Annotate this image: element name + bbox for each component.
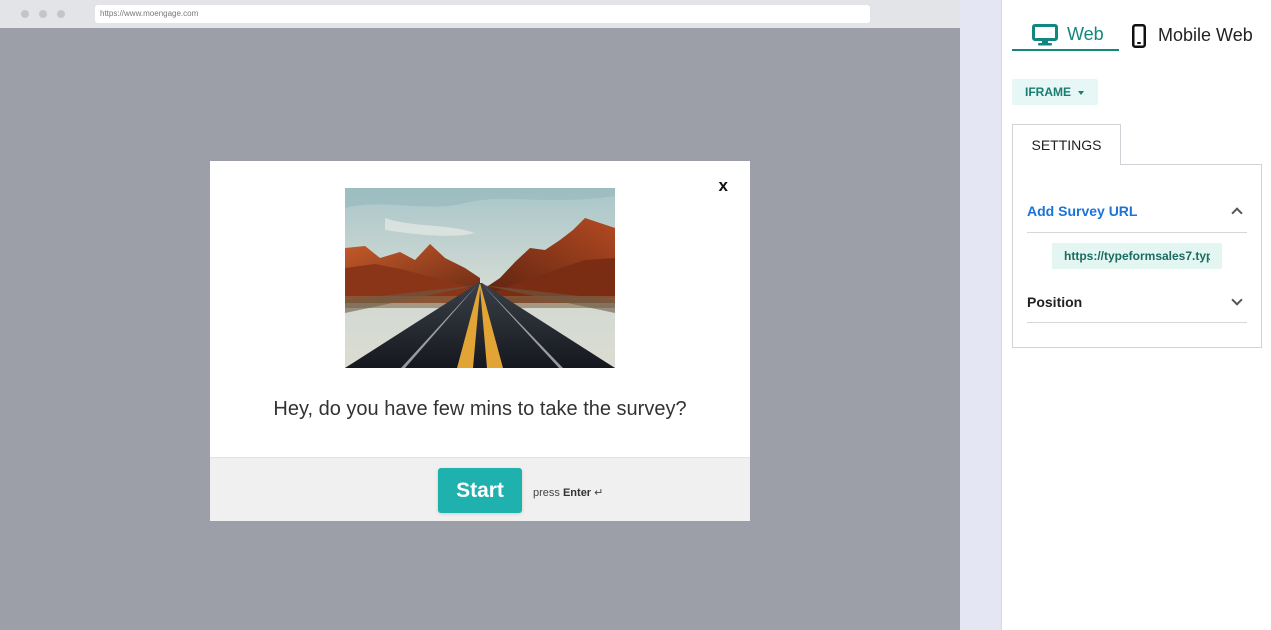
- position-header[interactable]: Position: [1027, 281, 1247, 323]
- close-icon[interactable]: x: [719, 176, 728, 196]
- window-dot-icon: [21, 10, 29, 18]
- enter-return-icon: ↵: [594, 487, 604, 499]
- settings-panel: Web Mobile Web IFRAME SETTINGS Add Surve…: [1001, 0, 1271, 630]
- popup-footer: Start press Enter ↵: [210, 457, 750, 521]
- tab-web[interactable]: Web: [1012, 20, 1119, 51]
- browser-preview: https://www.moengage.com x Hey, do you h…: [0, 0, 960, 630]
- press-prefix: press: [533, 487, 560, 499]
- road-canyon-image: [345, 188, 615, 368]
- mobile-icon: [1132, 23, 1146, 48]
- tab-settings[interactable]: SETTINGS: [1012, 124, 1121, 165]
- chevron-down-icon: [1231, 293, 1243, 306]
- chevron-up-icon: [1231, 206, 1243, 219]
- settings-content: Add Survey URL Position: [1012, 164, 1262, 348]
- press-enter-hint: press Enter ↵: [533, 486, 603, 499]
- position-title: Position: [1027, 293, 1083, 310]
- content-type-value: IFRAME: [1025, 85, 1071, 99]
- start-button[interactable]: Start: [438, 468, 522, 513]
- content-type-dropdown[interactable]: IFRAME: [1012, 79, 1098, 105]
- survey-url-input[interactable]: [1052, 243, 1222, 269]
- browser-toolbar: https://www.moengage.com: [0, 0, 960, 28]
- tab-mobile-web[interactable]: Mobile Web: [1132, 20, 1253, 51]
- desktop-icon: [1032, 23, 1058, 45]
- caret-down-icon: [1078, 90, 1084, 95]
- address-bar: https://www.moengage.com: [95, 5, 870, 23]
- enter-key-label: Enter: [562, 487, 592, 499]
- survey-question: Hey, do you have few mins to take the su…: [273, 398, 687, 420]
- window-dot-icon: [39, 10, 47, 18]
- add-survey-url-title: Add Survey URL: [1027, 202, 1138, 219]
- tab-mobile-web-label: Mobile Web: [1158, 25, 1253, 45]
- hero-image-graphic: [345, 188, 615, 368]
- window-dot-icon: [57, 10, 65, 18]
- tab-web-label: Web: [1067, 24, 1104, 44]
- add-survey-url-header[interactable]: Add Survey URL: [1027, 189, 1247, 233]
- survey-popup: x Hey, do you have few mins to take the …: [210, 161, 750, 521]
